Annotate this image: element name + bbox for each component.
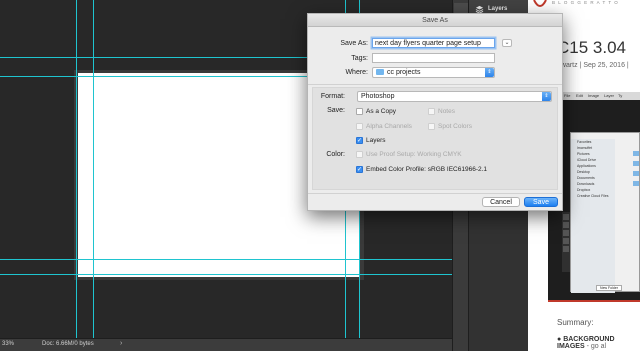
blog-summary-heading: Summary: <box>557 318 594 327</box>
dialog-title: Save As <box>308 14 562 27</box>
folder-icon <box>633 181 639 186</box>
notes-label: Notes <box>438 108 455 115</box>
blog-tagline: B L O G G E R A T T O <box>552 0 619 5</box>
layers-checkbox[interactable]: ✓ Layers <box>356 137 386 144</box>
status-bar: 33% Doc: 6.66M/0 bytes › <box>0 338 452 351</box>
blog-logo-icon[interactable] <box>532 0 548 14</box>
where-label: Where: <box>345 69 368 76</box>
checkbox-box <box>356 151 363 158</box>
checkbox-box <box>428 123 435 130</box>
use-proof-setup-label: Use Proof Setup: Working CMYK <box>366 151 462 158</box>
screenshot-sidebar-item: Creative Cloud Files <box>577 194 609 198</box>
screenshot-menu-item: Ty <box>618 93 623 98</box>
filename-input[interactable]: next day flyers quarter page setup <box>372 38 495 48</box>
as-a-copy-label: As a Copy <box>366 108 396 115</box>
guide-horizontal[interactable] <box>0 274 452 275</box>
checkbox-checked-icon: ✓ <box>356 166 363 173</box>
use-proof-setup-checkbox[interactable]: Use Proof Setup: Working CMYK <box>356 151 462 158</box>
alpha-channels-label: Alpha Channels <box>366 123 412 130</box>
save-as-dialog: Save As Save As: next day flyers quarter… <box>307 13 563 211</box>
notes-checkbox[interactable]: Notes <box>428 108 455 115</box>
screenshot-menu-item: Edit <box>576 93 583 98</box>
divider <box>308 84 562 85</box>
zoom-level[interactable]: 33% <box>2 341 14 347</box>
chevron-updown-icon: ⇕ <box>485 68 494 77</box>
screenshot-finder-window: Favorites lmcmuffet Pictures iCloud Driv… <box>570 132 640 293</box>
divider <box>308 193 562 194</box>
where-value: cc projects <box>387 69 421 76</box>
checkbox-box <box>428 108 435 115</box>
screenshot-toolbar <box>562 212 570 272</box>
spot-colors-checkbox[interactable]: Spot Colors <box>428 123 472 130</box>
guide-vertical[interactable] <box>76 0 77 340</box>
embed-color-profile-label: Embed Color Profile: sRGB IEC61966-2.1 <box>366 166 488 173</box>
cancel-button[interactable]: Cancel <box>482 197 520 207</box>
tags-label: Tags: <box>351 55 368 62</box>
folder-icon <box>633 161 639 166</box>
screenshot-menu-item: Layer <box>604 93 615 98</box>
checkbox-box <box>356 123 363 130</box>
save-button[interactable]: Save <box>524 197 558 207</box>
expand-dialog-button[interactable]: ⌄ <box>502 39 512 47</box>
folder-icon <box>376 69 384 75</box>
format-label: Format: <box>320 93 345 100</box>
spot-colors-label: Spot Colors <box>438 123 472 130</box>
folder-icon <box>633 171 639 176</box>
screenshot-sidebar: Favorites lmcmuffet Pictures iCloud Driv… <box>571 139 615 293</box>
layers-panel-title: Layers <box>488 6 508 12</box>
tags-input[interactable] <box>372 53 495 63</box>
blog-bullet-item: ● BACKGROUND IMAGES - go al <box>557 336 615 350</box>
checkbox-checked-icon: ✓ <box>356 137 363 144</box>
layers-label: Layers <box>366 137 386 144</box>
screenshot-menu-item: File <box>564 93 571 98</box>
blog-post-meta: hwartz | Sep 25, 2016 | <box>557 62 629 69</box>
format-popup[interactable]: Photoshop ⇕ <box>357 91 552 102</box>
status-arrow-icon[interactable]: › <box>120 340 122 347</box>
color-label: Color: <box>326 151 345 158</box>
chevron-updown-icon: ⇕ <box>542 92 551 101</box>
screenshot-new-folder-button: New Folder <box>596 285 622 291</box>
blog-bullet-rest: - go al <box>586 343 607 350</box>
format-value: Photoshop <box>361 93 395 100</box>
screenshot-menu-item: Image <box>588 93 600 98</box>
guide-horizontal[interactable] <box>0 259 452 260</box>
checkbox-box <box>356 108 363 115</box>
save-options-panel: Format: Photoshop ⇕ Save: As a Copy Note… <box>312 87 558 190</box>
blog-post-title: C15 3.04 <box>557 38 626 57</box>
document-size-info[interactable]: Doc: 6.66M/0 bytes <box>42 341 94 347</box>
save-options-label: Save: <box>327 107 345 114</box>
guide-vertical[interactable] <box>93 0 94 340</box>
save-as-label: Save As: <box>340 40 368 47</box>
folder-icon <box>633 151 639 156</box>
as-a-copy-checkbox[interactable]: As a Copy <box>356 108 396 115</box>
where-popup[interactable]: cc projects ⇕ <box>372 67 495 78</box>
alpha-channels-checkbox[interactable]: Alpha Channels <box>356 123 412 130</box>
embed-color-profile-checkbox[interactable]: ✓ Embed Color Profile: sRGB IEC61966-2.1 <box>356 166 487 173</box>
